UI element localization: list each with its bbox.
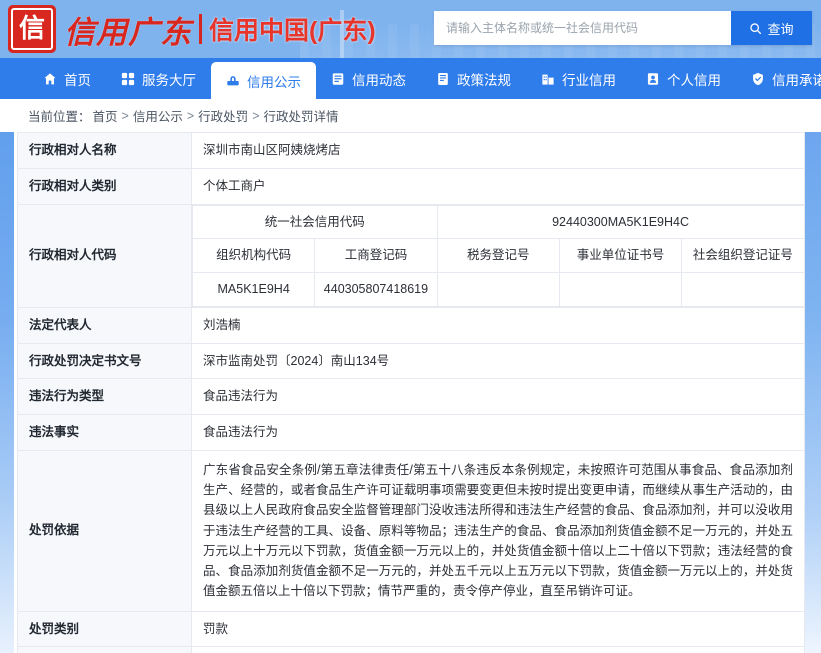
row-value: 刘浩楠 <box>191 306 805 344</box>
row-label: 行政相对人名称 <box>17 132 192 169</box>
breadcrumb-lead: 当前位置： <box>28 110 91 124</box>
table-row-entity-code: 行政相对人代码 统一社会信用代码 92440300MA5K1E9H4C 组织机构… <box>17 203 805 308</box>
cell-social-org <box>681 272 805 307</box>
brand-divider <box>199 14 202 44</box>
breadcrumb-separator: > <box>186 108 195 123</box>
main-nav: 首页 服务大厅 信用公示 信用动态 政策法规 行业信用 个人信用 信用承诺 <box>0 58 821 99</box>
entity-code-cell: 统一社会信用代码 92440300MA5K1E9H4C 组织机构代码 工商登记码… <box>191 204 805 307</box>
row-label: 行政相对人类别 <box>17 167 192 205</box>
table-row: 行政处罚决定书文号 深市监南处罚〔2024〕南山134号 <box>17 342 805 380</box>
cell-business-reg: 440305807418619 <box>314 272 438 307</box>
cell-institution <box>558 272 683 307</box>
search-button-label: 查询 <box>767 21 794 37</box>
row-value: 个体工商户 <box>191 167 805 205</box>
column-header: 税务登记号 <box>436 238 560 273</box>
penalty-basis-text: 广东省食品安全条例/第五章法律责任/第五十八条违反本条例规定，未按照许可范围从事… <box>191 449 805 612</box>
nav-label: 信用公示 <box>247 74 301 90</box>
site-header: 信用广东 信用中国(广东) 查询 <box>0 0 821 58</box>
nav-label: 政策法规 <box>457 72 511 88</box>
nav-item-policy-regulations[interactable]: 政策法规 <box>421 58 526 99</box>
row-value: 罚款500元 <box>191 646 805 653</box>
entity-code-table: 统一社会信用代码 92440300MA5K1E9H4C 组织机构代码 工商登记码… <box>191 204 805 307</box>
table-row: 统一社会信用代码 92440300MA5K1E9H4C <box>192 204 805 240</box>
grid-icon <box>121 72 135 86</box>
uscc-value: 92440300MA5K1E9H4C <box>436 204 805 240</box>
building-icon <box>541 72 555 86</box>
breadcrumb-item-credit-publicity[interactable]: 信用公示 <box>133 106 183 125</box>
search-input[interactable] <box>434 11 731 45</box>
home-icon <box>43 72 57 86</box>
table-row: 处罚内容 罚款500元 <box>17 646 805 653</box>
penalty-detail-table-wrap: 行政相对人名称 深圳市南山区阿姨烧烤店 行政相对人类别 个体工商户 行政相对人代… <box>17 132 805 653</box>
nav-item-service-hall[interactable]: 服务大厅 <box>106 58 211 99</box>
row-value: 深圳市南山区阿姨烧烤店 <box>191 132 805 169</box>
news-icon <box>331 72 345 86</box>
row-label: 处罚内容 <box>17 646 192 653</box>
nav-item-personal-credit[interactable]: 个人信用 <box>631 58 736 99</box>
table-row-penalty-basis: 处罚依据 广东省食品安全条例/第五章法律责任/第五十八条违反本条例规定，未按照许… <box>17 449 805 612</box>
brand-name: 信用广东 <box>64 14 192 51</box>
brand-subtitle: 信用中国(广东) <box>209 17 376 45</box>
table-header-row: 组织机构代码 工商登记码 税务登记号 事业单位证书号 社会组织登记证号 <box>191 238 805 273</box>
search-icon <box>749 22 762 35</box>
site-brand[interactable]: 信用广东 信用中国(广东) <box>8 3 376 55</box>
book-icon <box>436 72 450 86</box>
row-label: 行政处罚决定书文号 <box>17 342 192 380</box>
table-row: 处罚类别 罚款 <box>17 610 805 648</box>
nav-label: 信用动态 <box>352 72 406 88</box>
nav-label: 行业信用 <box>562 72 616 88</box>
row-label: 法定代表人 <box>17 306 192 344</box>
seal-logo-icon <box>8 5 56 53</box>
row-label: 处罚类别 <box>17 610 192 648</box>
column-header: 社会组织登记证号 <box>681 238 805 273</box>
column-header: 组织机构代码 <box>191 238 316 273</box>
row-value: 食品违法行为 <box>191 378 805 415</box>
table-row: MA5K1E9H4 440305807418619 <box>191 272 805 307</box>
site-search: 查询 <box>434 11 812 45</box>
breadcrumb-item-admin-penalty[interactable]: 行政处罚 <box>198 106 248 125</box>
shield-check-icon <box>751 72 765 86</box>
column-header: 事业单位证书号 <box>558 238 683 273</box>
table-row: 违法事实 食品违法行为 <box>17 414 805 451</box>
table-row: 违法行为类型 食品违法行为 <box>17 378 805 415</box>
row-label: 行政相对人代码 <box>17 203 192 308</box>
nav-item-credit-publicity[interactable]: 信用公示 <box>211 62 316 99</box>
row-value: 深市监南处罚〔2024〕南山134号 <box>191 342 805 380</box>
breadcrumb-item-current: 行政处罚详情 <box>263 110 339 124</box>
table-row: 行政相对人名称 深圳市南山区阿姨烧烤店 <box>17 132 805 169</box>
nav-item-home[interactable]: 首页 <box>28 58 106 99</box>
breadcrumb-separator: > <box>121 108 129 123</box>
row-label: 违法事实 <box>17 414 192 451</box>
stamp-icon <box>226 74 240 88</box>
person-card-icon <box>646 72 660 86</box>
page-left-gradient-strip <box>0 99 14 653</box>
row-value: 食品违法行为 <box>191 414 805 451</box>
cell-org-code: MA5K1E9H4 <box>191 272 316 307</box>
breadcrumb-item-home[interactable]: 首页 <box>93 106 118 125</box>
breadcrumb: 当前位置： 首页 > 信用公示 > 行政处罚 > 行政处罚详情 <box>0 99 821 132</box>
row-label: 违法行为类型 <box>17 378 192 415</box>
table-row: 法定代表人 刘浩楠 <box>17 306 805 344</box>
row-value: 罚款 <box>191 610 805 648</box>
row-label: 处罚依据 <box>17 449 192 612</box>
nav-item-credit-commitment[interactable]: 信用承诺 <box>736 58 821 99</box>
breadcrumb-separator: > <box>252 108 260 123</box>
column-header: 工商登记码 <box>314 238 438 273</box>
uscc-label: 统一社会信用代码 <box>192 204 438 240</box>
nav-label: 服务大厅 <box>142 72 196 88</box>
cell-tax-reg <box>436 272 560 307</box>
nav-item-industry-credit[interactable]: 行业信用 <box>526 58 631 99</box>
table-row: 行政相对人类别 个体工商户 <box>17 167 805 205</box>
nav-label: 个人信用 <box>667 72 721 88</box>
penalty-detail-table: 行政相对人名称 深圳市南山区阿姨烧烤店 行政相对人类别 个体工商户 行政相对人代… <box>17 132 805 653</box>
search-button[interactable]: 查询 <box>731 11 812 45</box>
nav-item-credit-news[interactable]: 信用动态 <box>316 58 421 99</box>
nav-label: 信用承诺 <box>772 72 821 88</box>
nav-label: 首页 <box>64 72 91 88</box>
